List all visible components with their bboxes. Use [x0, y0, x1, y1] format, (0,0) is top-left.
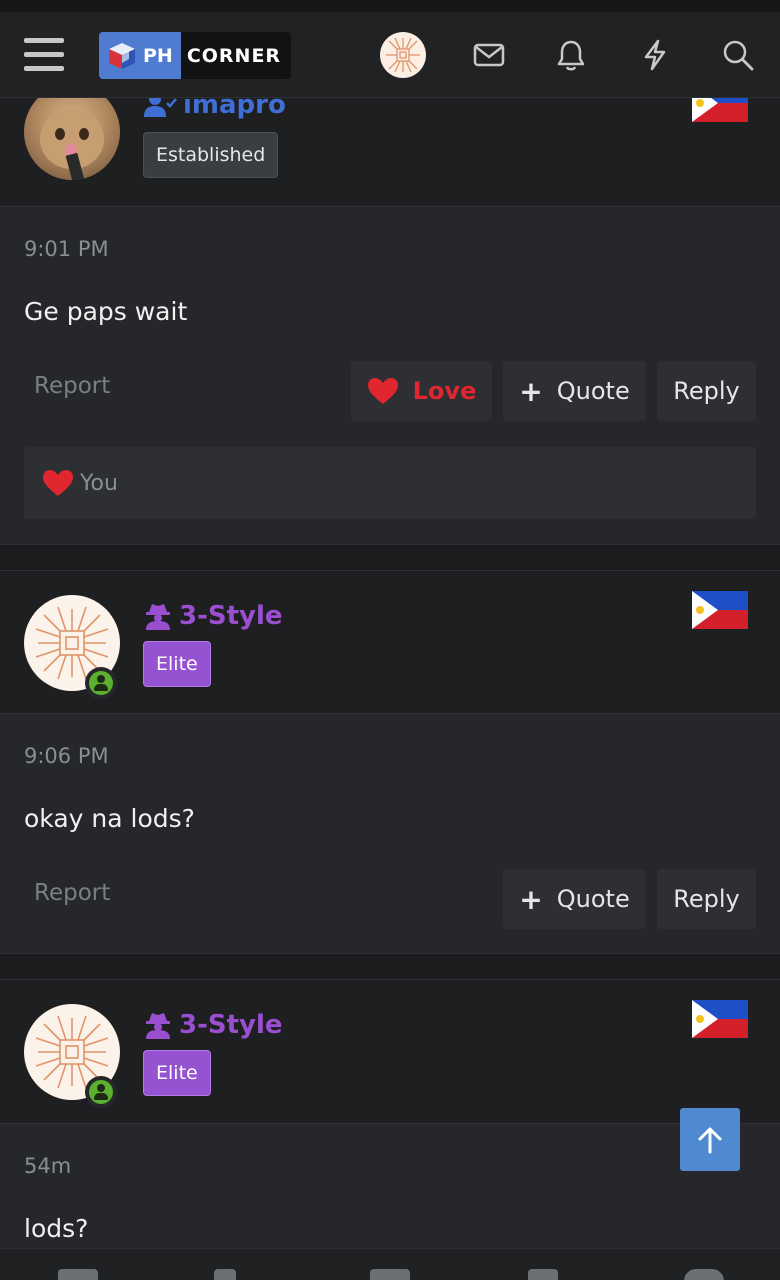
- trending-nav-icon[interactable]: [528, 1269, 558, 1280]
- spy-user-icon: [146, 604, 170, 630]
- post-thread-nav-icon[interactable]: [370, 1269, 410, 1280]
- post-message: lods?: [24, 1214, 89, 1243]
- reaction-user: You: [80, 470, 118, 496]
- top-navigation-bar: PH CORNER: [0, 12, 780, 98]
- logo-cube-icon: [109, 42, 135, 69]
- post-author-block: 3-Style Elite: [0, 979, 780, 1124]
- post-body: 9:01 PM Ge paps wait Report Love + Quote…: [0, 207, 780, 545]
- search-icon[interactable]: [721, 38, 755, 72]
- quote-button[interactable]: + Quote: [503, 869, 646, 929]
- post-separator: [0, 954, 780, 979]
- status-strip: [0, 0, 780, 12]
- post-message: okay na lods?: [24, 804, 195, 833]
- post-timestamp[interactable]: 54m: [24, 1154, 71, 1178]
- whats-new-nav-icon[interactable]: [214, 1269, 236, 1280]
- home-nav-icon[interactable]: [58, 1269, 98, 1280]
- quote-label: Quote: [556, 885, 630, 913]
- user-title-badge: Elite: [143, 641, 211, 687]
- scroll-to-top-button[interactable]: [680, 1108, 740, 1171]
- author-avatar[interactable]: [24, 84, 120, 180]
- post-timestamp[interactable]: 9:01 PM: [24, 237, 109, 261]
- post-timestamp[interactable]: 9:06 PM: [24, 744, 109, 768]
- online-status-icon: [85, 667, 117, 699]
- post-separator: [0, 545, 780, 570]
- site-logo[interactable]: PH CORNER: [99, 32, 292, 79]
- user-title-badge: Elite: [143, 1050, 211, 1096]
- author-username[interactable]: 3-Style: [143, 601, 283, 631]
- author-username-text: 3-Style: [179, 601, 283, 631]
- post-author-block: 3-Style Elite: [0, 570, 780, 714]
- quote-button[interactable]: + Quote: [503, 361, 646, 421]
- love-label: Love: [412, 377, 477, 405]
- author-username-text: 3-Style: [179, 1010, 283, 1040]
- menu-icon[interactable]: [24, 38, 64, 72]
- reply-button[interactable]: Reply: [657, 361, 756, 421]
- bell-icon[interactable]: [554, 38, 588, 72]
- report-link[interactable]: Report: [34, 373, 110, 399]
- plus-icon: +: [519, 374, 543, 408]
- plus-icon: +: [519, 882, 543, 916]
- bottom-navigation-bar: [0, 1248, 780, 1280]
- post-body: 9:06 PM okay na lods? Report + Quote Rep…: [0, 714, 780, 954]
- online-status-icon: [85, 1076, 117, 1108]
- logo-corner-text: CORNER: [180, 32, 292, 79]
- reply-button[interactable]: Reply: [657, 869, 756, 929]
- heart-icon: [43, 470, 73, 496]
- bolt-icon[interactable]: [638, 38, 672, 72]
- user-avatar[interactable]: [380, 32, 426, 78]
- philippines-flag-icon: [692, 591, 748, 629]
- quote-label: Quote: [556, 377, 630, 405]
- post-body: 54m lods?: [0, 1124, 780, 1248]
- love-button[interactable]: Love: [351, 361, 492, 421]
- post-message: Ge paps wait: [24, 297, 188, 326]
- spy-user-icon: [146, 1013, 170, 1039]
- user-title-badge: Established: [143, 132, 279, 178]
- author-username[interactable]: 3-Style: [143, 1010, 283, 1040]
- mail-icon[interactable]: [472, 38, 506, 72]
- arrow-up-icon: [698, 1127, 722, 1153]
- logo-ph-text: PH: [143, 44, 173, 67]
- report-link[interactable]: Report: [34, 880, 110, 906]
- reactions-bar[interactable]: You: [24, 447, 756, 519]
- account-nav-icon[interactable]: [684, 1269, 724, 1280]
- philippines-flag-icon: [692, 1000, 748, 1038]
- heart-icon: [367, 378, 398, 404]
